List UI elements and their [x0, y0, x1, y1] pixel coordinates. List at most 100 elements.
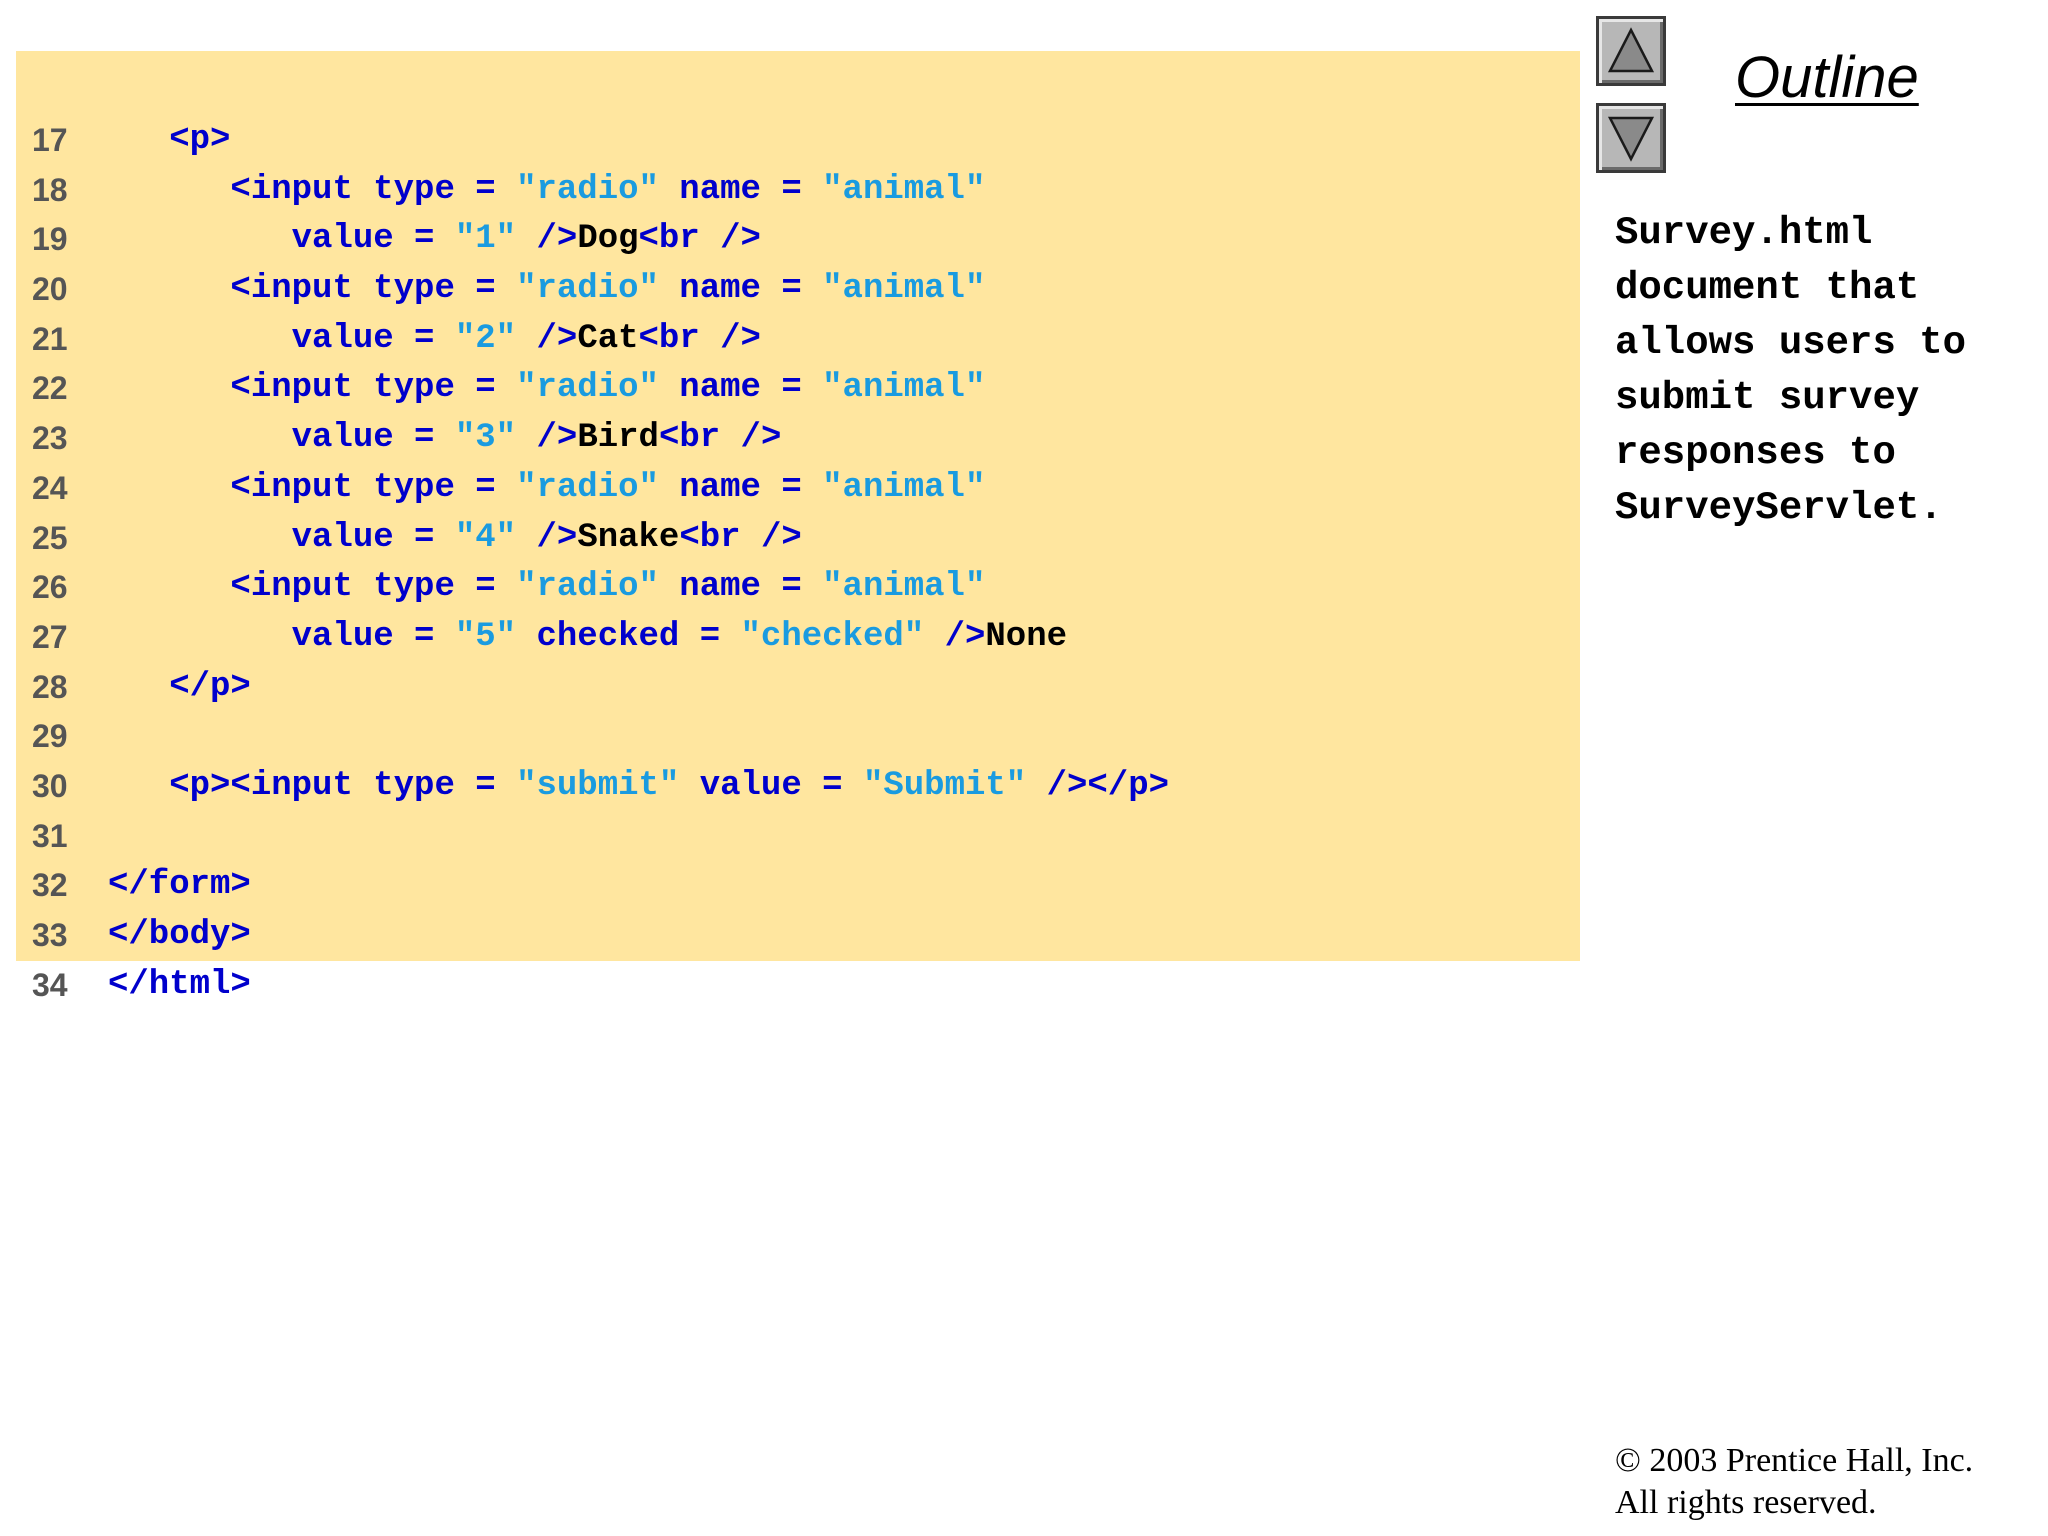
- line-code: </form>: [108, 861, 251, 911]
- line-code: <input type = "radio" name = "animal": [108, 464, 985, 514]
- code-token: name =: [658, 170, 823, 209]
- copyright-notice: © 2003 Prentice Hall, Inc. All rights re…: [1615, 1440, 1973, 1524]
- line-number: 28: [32, 668, 68, 705]
- code-token: <br />: [638, 220, 761, 259]
- line-number: 25: [32, 519, 68, 556]
- line-number: 17: [32, 122, 68, 158]
- code-token: "5": [454, 617, 517, 656]
- line-code: <input type = "radio" name = "animal": [108, 364, 985, 414]
- line-code: </body>: [108, 911, 251, 961]
- code-token: name =: [658, 270, 823, 309]
- code-token: value =: [291, 319, 455, 358]
- code-token: <p><input type =: [169, 766, 517, 805]
- code-token: Dog: [577, 220, 639, 259]
- line-code: value = "4" />Snake<br />: [108, 514, 802, 564]
- triangle-down-icon: [1607, 116, 1655, 162]
- line-number: 21: [32, 320, 68, 357]
- code-token: "2": [454, 319, 517, 358]
- line-number: 30: [32, 767, 68, 804]
- code-token: value =: [291, 518, 455, 557]
- rights-line: All rights reserved.: [1615, 1484, 1877, 1521]
- code-token: <br />: [679, 518, 802, 557]
- code-token: />: [924, 617, 986, 656]
- line-code: </p>: [108, 663, 251, 713]
- line-code: </html>: [108, 961, 251, 1011]
- code-token: Snake: [577, 518, 680, 557]
- line-code: value = "5" checked = "checked" />None: [108, 613, 1067, 663]
- line-number: 34: [32, 966, 68, 1003]
- line-number: 18: [32, 171, 68, 208]
- triangle-up-icon: [1607, 27, 1655, 73]
- code-panel: 17 <p> 18 <input type = "radio" name = "a…: [16, 51, 1580, 1004]
- code-token: Cat: [577, 319, 639, 358]
- code-token: "checked": [740, 617, 925, 656]
- code-token: "3": [454, 419, 517, 458]
- line-number: 19: [32, 221, 68, 258]
- code-token: "radio": [516, 568, 659, 607]
- line-number: 29: [32, 718, 68, 755]
- line-number: 20: [32, 271, 68, 308]
- code-token: "animal": [822, 170, 986, 209]
- line-number: 24: [32, 469, 68, 506]
- line-code: value = "1" />Dog<br />: [108, 215, 761, 265]
- line-number: 22: [32, 370, 68, 407]
- line-number: 23: [32, 420, 68, 457]
- outline-title: Outline: [1735, 45, 1919, 110]
- code-token: name =: [658, 568, 823, 607]
- code-token: "animal": [822, 270, 986, 309]
- code-token: "animal": [822, 369, 986, 408]
- code-token: <br />: [638, 319, 761, 358]
- line-number: 31: [32, 817, 68, 854]
- code-token: </html>: [108, 965, 251, 1004]
- code-token: value =: [291, 220, 455, 259]
- code-token: name =: [658, 468, 823, 507]
- code-token: "animal": [822, 568, 986, 607]
- code-token: "radio": [516, 369, 659, 408]
- line-number: 26: [32, 569, 68, 606]
- line-number: 27: [32, 618, 68, 655]
- line-code: <input type = "radio" name = "animal": [108, 563, 985, 613]
- code-token: <br />: [658, 419, 782, 458]
- code-token: />: [516, 220, 578, 259]
- code-token: <input type =: [230, 369, 517, 408]
- outline-description: Survey.html document that allows users t…: [1615, 211, 1967, 530]
- code-token: "Submit": [862, 766, 1027, 805]
- line-code: value = "3" />Bird<br />: [108, 414, 782, 464]
- code-token: <input type =: [230, 468, 517, 507]
- line-code: <p>: [108, 116, 230, 166]
- line-number: 33: [32, 917, 68, 953]
- previous-slide-button[interactable]: [1596, 16, 1666, 86]
- code-token: /></p>: [1026, 766, 1170, 805]
- code-token: </p>: [169, 667, 251, 706]
- next-slide-button[interactable]: [1596, 103, 1666, 173]
- code-token: />: [516, 319, 578, 358]
- code-token: Bird: [577, 419, 659, 458]
- line-code: <input type = "radio" name = "animal": [108, 166, 985, 216]
- code-token: "animal": [822, 468, 986, 507]
- code-token: value =: [291, 419, 455, 458]
- code-token: "4": [454, 518, 517, 557]
- code-token: "radio": [516, 468, 659, 507]
- code-token: <input type =: [230, 170, 517, 209]
- code-token: <input type =: [230, 270, 517, 309]
- code-token: "radio": [516, 170, 659, 209]
- code-token: </body>: [108, 916, 251, 954]
- line-number: 32: [32, 867, 68, 904]
- code-token: "1": [454, 220, 517, 259]
- line-code: <p><input type = "submit" value = "Submi…: [108, 762, 1169, 812]
- code-token: "radio": [516, 270, 659, 309]
- line-code: value = "2" />Cat<br />: [108, 315, 761, 365]
- code-token: />: [516, 518, 578, 557]
